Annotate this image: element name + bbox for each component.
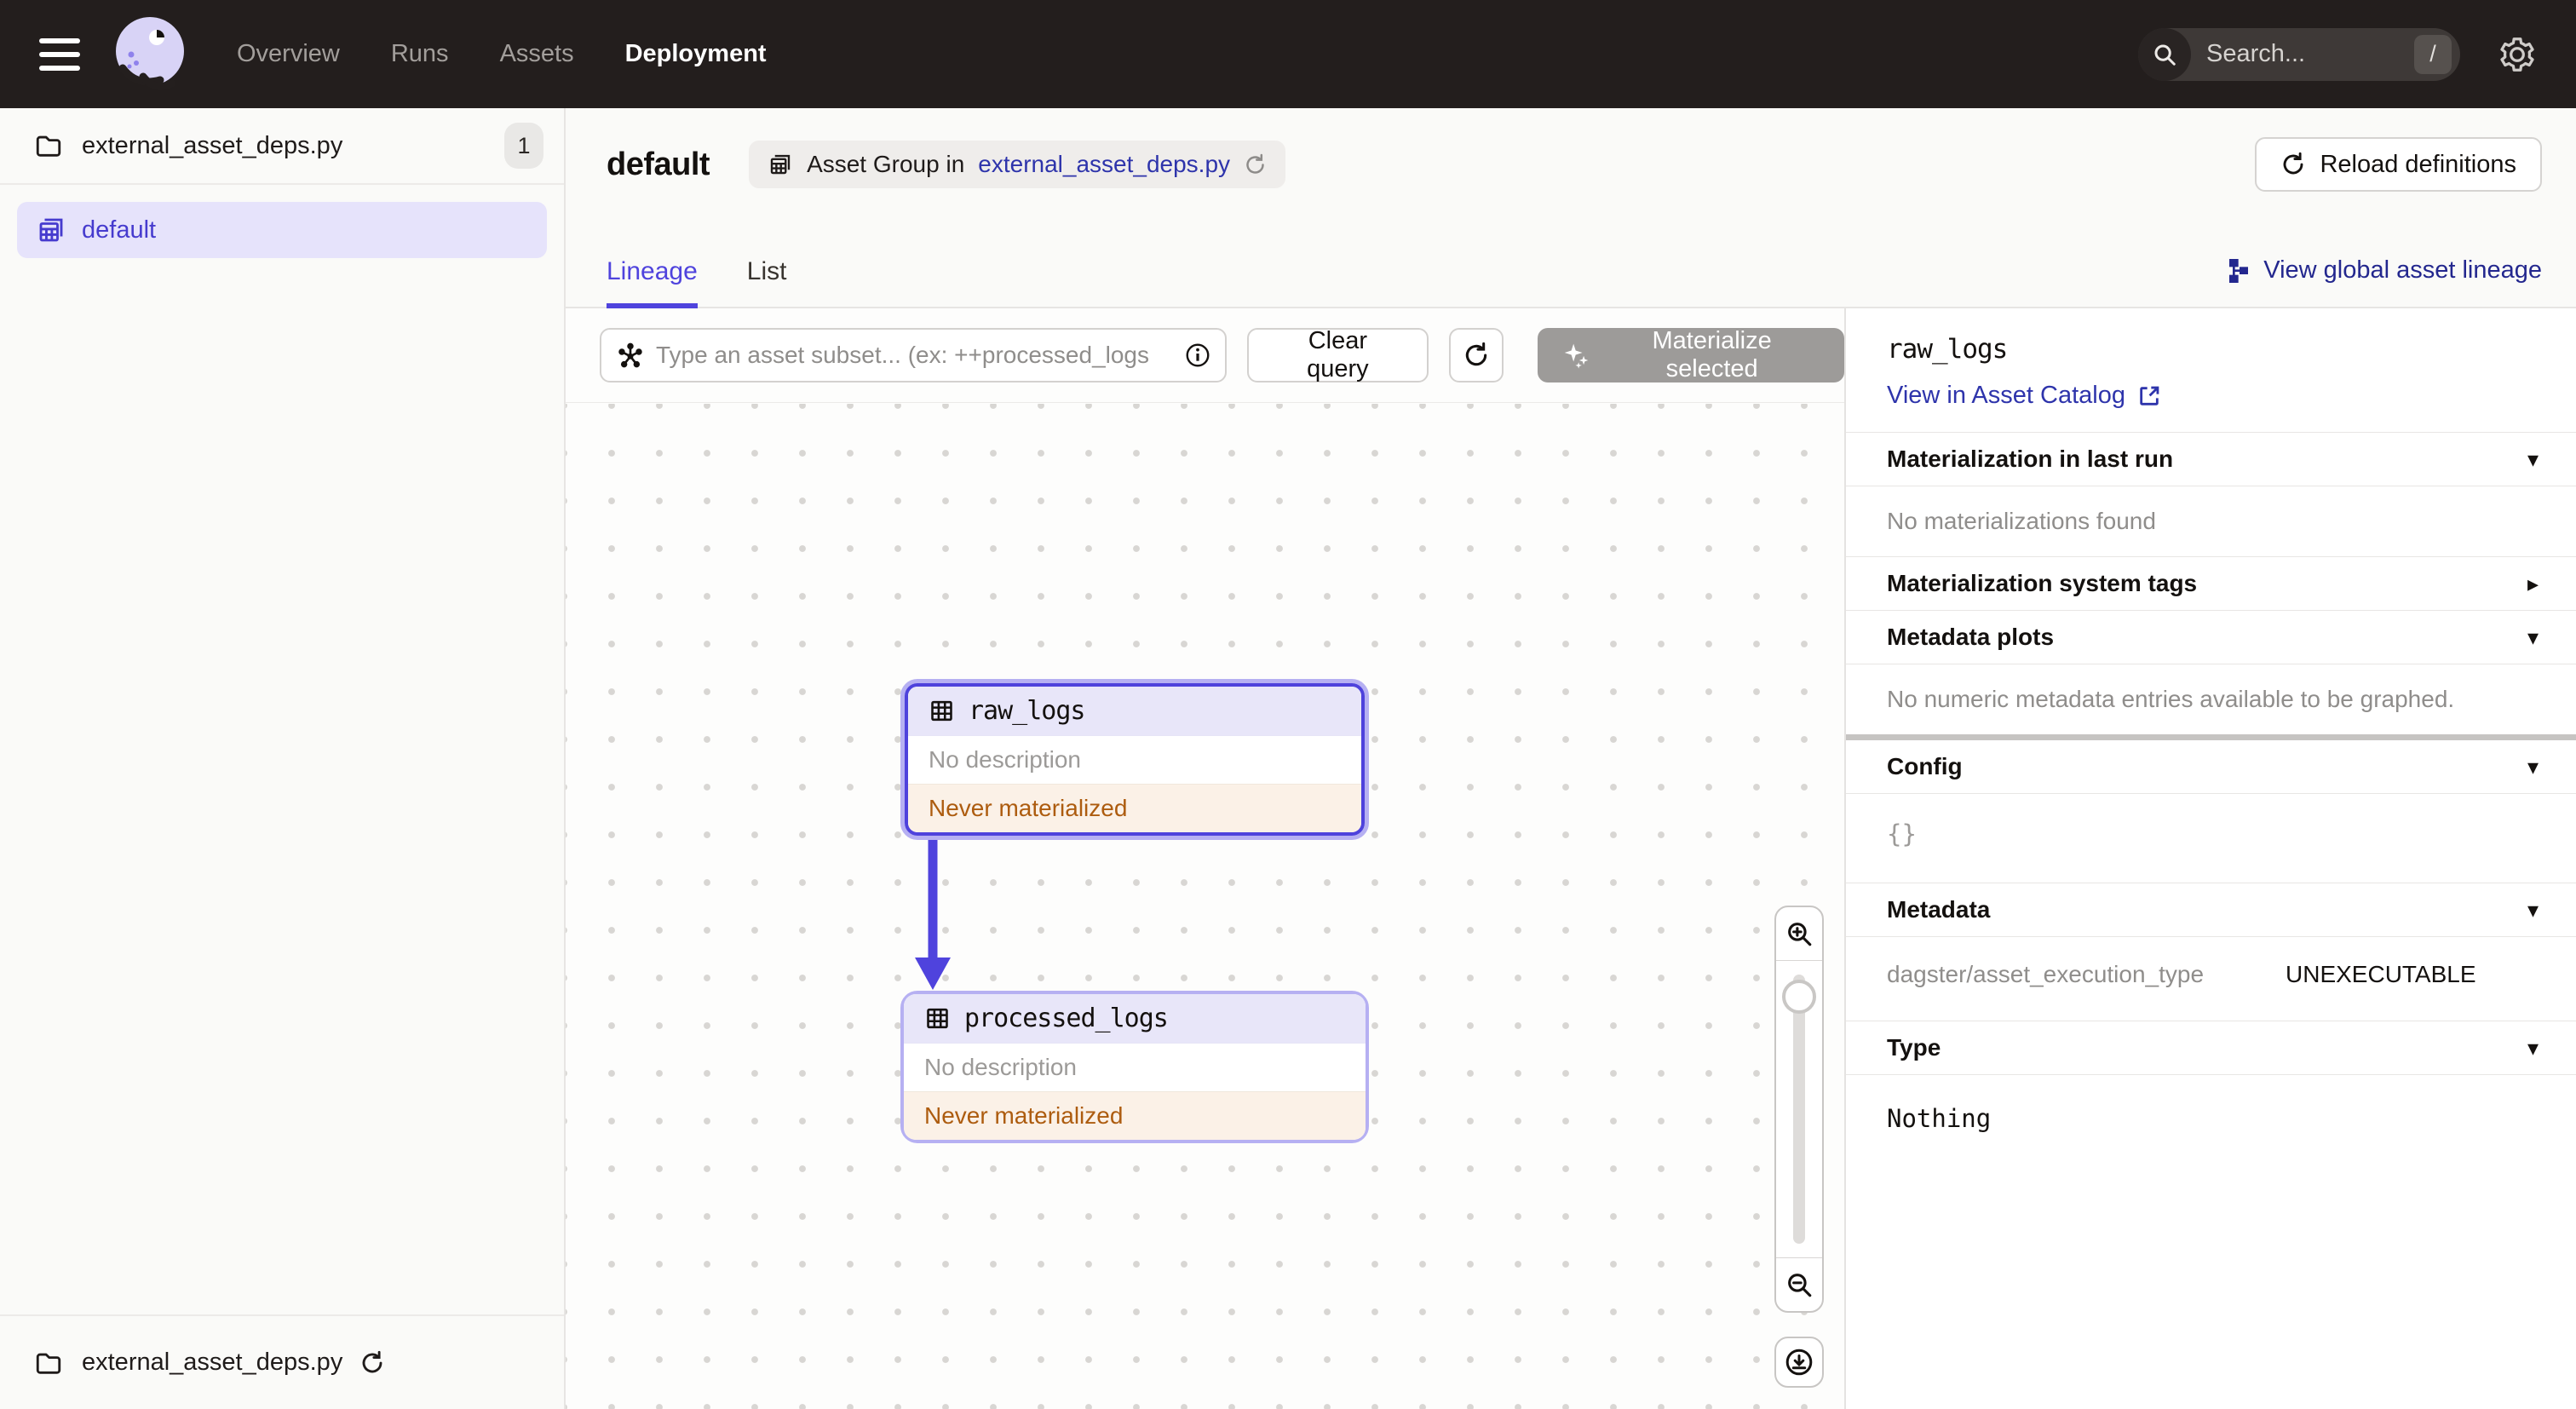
refresh-graph-button[interactable] bbox=[1448, 328, 1504, 382]
zoom-out-button[interactable] bbox=[1776, 1258, 1822, 1311]
top-nav: Overview Runs Assets Deployment Search..… bbox=[0, 0, 2576, 108]
breadcrumb: Asset Group in external_asset_deps.py bbox=[749, 141, 1286, 188]
reload-group-icon[interactable] bbox=[1244, 153, 1267, 176]
zoom-in-button[interactable] bbox=[1776, 907, 1822, 960]
page-header: default Asset Group in external_asset_de… bbox=[566, 108, 2576, 308]
section-metadata-plots[interactable]: Metadata plots ▾ bbox=[1846, 611, 2576, 664]
tab-lineage[interactable]: Lineage bbox=[607, 257, 698, 308]
primary-nav: Overview Runs Assets Deployment bbox=[237, 40, 767, 68]
breadcrumb-file-link[interactable]: external_asset_deps.py bbox=[978, 151, 1230, 178]
tab-list[interactable]: List bbox=[747, 257, 787, 307]
asset-graph-query-icon bbox=[618, 342, 642, 368]
repo-row[interactable]: external_asset_deps.py 1 bbox=[0, 108, 564, 185]
asset-description: No description bbox=[904, 1043, 1366, 1091]
nav-assets[interactable]: Assets bbox=[500, 40, 574, 68]
search-shortcut-key: / bbox=[2414, 34, 2452, 74]
sidebar-item-default-group[interactable]: default bbox=[17, 202, 547, 258]
section-type[interactable]: Type ▾ bbox=[1846, 1021, 2576, 1074]
metadata-key: dagster/asset_execution_type bbox=[1887, 961, 2205, 987]
menu-icon[interactable] bbox=[39, 37, 80, 71]
info-icon[interactable] bbox=[1184, 342, 1211, 369]
table-icon bbox=[927, 1008, 948, 1029]
footer-repo-name: external_asset_deps.py bbox=[82, 1349, 343, 1376]
chevron-down-icon: ▾ bbox=[2527, 624, 2539, 650]
chevron-down-icon: ▾ bbox=[2527, 897, 2539, 923]
section-materialization-last-run[interactable]: Materialization in last run ▾ bbox=[1846, 433, 2576, 486]
search-input[interactable]: Search... / bbox=[2138, 27, 2460, 81]
metadata-value: UNEXECUTABLE bbox=[2286, 961, 2476, 987]
zoom-slider[interactable] bbox=[1776, 961, 1822, 1257]
lineage-graph-icon bbox=[2229, 258, 2249, 283]
search-icon bbox=[2138, 27, 2191, 81]
dagster-logo[interactable] bbox=[112, 16, 187, 92]
settings-gear-icon[interactable] bbox=[2498, 35, 2537, 74]
table-icon bbox=[931, 700, 952, 722]
clear-query-button[interactable]: Clear query bbox=[1246, 327, 1429, 382]
folder-icon bbox=[36, 1353, 61, 1374]
type-value: Nothing bbox=[1887, 1104, 1992, 1133]
main-area: default Asset Group in external_asset_de… bbox=[566, 108, 2576, 1409]
section-config[interactable]: Config ▾ bbox=[1846, 740, 2576, 793]
zoom-slider-track[interactable] bbox=[1793, 975, 1805, 1244]
asset-description: No description bbox=[908, 735, 1361, 784]
chevron-down-icon: ▾ bbox=[2527, 1035, 2539, 1061]
refresh-icon bbox=[1465, 342, 1486, 366]
asset-status: Never materialized bbox=[904, 1091, 1366, 1140]
no-materializations-text: No materializations found bbox=[1887, 508, 2156, 534]
sidebar-footer: external_asset_deps.py bbox=[0, 1314, 564, 1409]
refresh-icon bbox=[2284, 152, 2303, 175]
asset-node-processed-logs[interactable]: processed_logs No description Never mate… bbox=[900, 991, 1369, 1143]
nav-deployment[interactable]: Deployment bbox=[625, 40, 767, 68]
breadcrumb-prefix: Asset Group in bbox=[807, 151, 965, 177]
tab-bar: Lineage List View global asset lineage bbox=[607, 256, 2542, 308]
recenter-view-button[interactable] bbox=[1774, 1337, 1824, 1388]
page-title: default bbox=[607, 146, 710, 182]
panel-asset-title: raw_logs bbox=[1887, 334, 2008, 365]
nav-runs[interactable]: Runs bbox=[391, 40, 449, 68]
chevron-right-icon: ▸ bbox=[2527, 571, 2539, 596]
reload-repo-icon[interactable] bbox=[359, 1350, 385, 1376]
search-placeholder: Search... bbox=[2206, 40, 2306, 67]
chevron-down-icon: ▾ bbox=[2527, 754, 2539, 779]
asset-count-badge: 1 bbox=[504, 123, 543, 169]
canvas-dot-grid[interactable] bbox=[566, 404, 1844, 1409]
asset-group-icon bbox=[39, 218, 63, 242]
asset-node-raw-logs[interactable]: raw_logs No description Never materializ… bbox=[900, 679, 1369, 840]
sidebar-item-label: default bbox=[82, 216, 157, 244]
zoom-slider-handle[interactable] bbox=[1782, 980, 1816, 1014]
graph-toolbar: Clear query Materialize selected bbox=[566, 308, 1844, 403]
asset-detail-panel: raw_logs View in Asset Catalog Materiali… bbox=[1844, 308, 2576, 1409]
asset-subset-input-wrapper[interactable] bbox=[600, 328, 1227, 382]
repo-name: external_asset_deps.py bbox=[82, 131, 343, 159]
chevron-down-icon: ▾ bbox=[2527, 446, 2539, 472]
panel-splitter-handle[interactable] bbox=[1846, 734, 2576, 740]
asset-name: processed_logs bbox=[964, 1004, 1169, 1033]
metadata-row: dagster/asset_execution_type UNEXECUTABL… bbox=[1846, 937, 2576, 1021]
config-value: {} bbox=[1887, 820, 1917, 848]
view-global-asset-lineage-link[interactable]: View global asset lineage bbox=[2222, 256, 2542, 307]
section-materialization-system-tags[interactable]: Materialization system tags ▸ bbox=[1846, 557, 2576, 610]
no-numeric-metadata-text: No numeric metadata entries available to… bbox=[1887, 686, 2455, 712]
view-in-asset-catalog-link[interactable]: View in Asset Catalog bbox=[1887, 382, 2161, 410]
asset-subset-input[interactable] bbox=[656, 342, 1172, 369]
definitions-sidebar: external_asset_deps.py 1 default externa… bbox=[0, 108, 566, 1409]
folder-icon bbox=[36, 135, 61, 157]
lineage-canvas[interactable]: Clear query Materialize selected bbox=[566, 308, 1844, 1409]
reload-definitions-button[interactable]: Reload definitions bbox=[2255, 137, 2542, 192]
materialize-selected-button[interactable]: Materialize selected bbox=[1537, 327, 1844, 382]
section-metadata[interactable]: Metadata ▾ bbox=[1846, 883, 2576, 936]
nav-overview[interactable]: Overview bbox=[237, 40, 340, 68]
asset-group-icon bbox=[770, 154, 791, 175]
asset-status: Never materialized bbox=[908, 784, 1361, 832]
sparkle-icon bbox=[1564, 343, 1588, 369]
asset-name: raw_logs bbox=[969, 696, 1085, 726]
external-link-icon bbox=[2140, 386, 2159, 405]
zoom-control bbox=[1774, 906, 1824, 1313]
